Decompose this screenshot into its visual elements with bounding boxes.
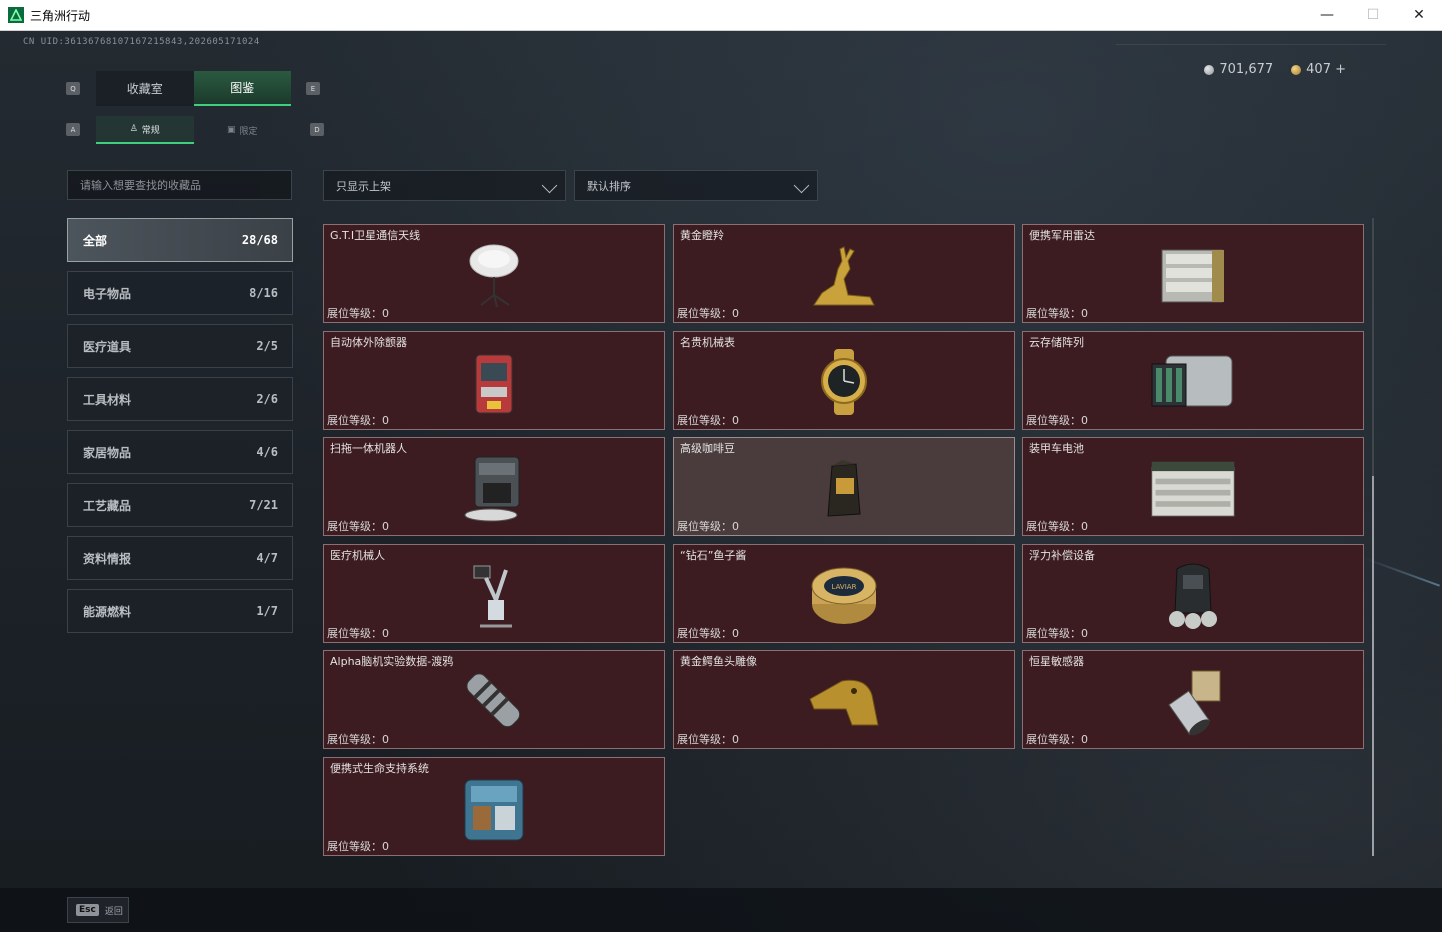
category-household[interactable]: 家居物品 4/6 [67, 430, 293, 474]
filter-dropdown[interactable]: 只显示上架 [323, 170, 566, 201]
back-button[interactable]: Esc 返回 [67, 897, 129, 923]
item-card[interactable]: 浮力补偿设备 展位等级：0 [1022, 544, 1364, 643]
item-card[interactable]: G.T.I卫星通信天线 展位等级：0 [323, 224, 665, 323]
gold-coin-icon [1291, 64, 1302, 75]
gold-currency[interactable]: 407 + [1291, 62, 1346, 77]
radar-icon [1148, 237, 1238, 313]
item-card[interactable]: Alpha脑机实验数据-渡鸦 展位等级：0 [323, 650, 665, 749]
satellite-dish-icon [449, 237, 539, 313]
category-electronics[interactable]: 电子物品 8/16 [67, 271, 293, 315]
life-support-icon [449, 770, 539, 846]
key-hint-q: Q [66, 82, 80, 95]
window-title: 三角洲行动 [30, 8, 91, 23]
category-medical[interactable]: 医疗道具 2/5 [67, 324, 293, 368]
coffee-bag-icon [799, 450, 889, 526]
card-icon: ▣ [226, 125, 236, 135]
watch-icon [799, 344, 889, 420]
window-title-bar: 三角洲行动 — ☐ ✕ [0, 0, 1442, 31]
tab-codex[interactable]: 图鉴 [193, 71, 291, 106]
category-all[interactable]: 全部 28/68 [67, 218, 293, 262]
category-list: 全部 28/68 电子物品 8/16 医疗道具 2/5 工具材料 2/6 家居物品 4/6… [67, 218, 293, 642]
medical-robot-icon [449, 557, 539, 633]
grid-scrollbar[interactable] [1372, 218, 1374, 856]
sub-tabs: ♙ 常规 ▣ 限定 [96, 116, 291, 144]
item-card[interactable]: 便携式生命支持系统 展位等级：0 [323, 757, 665, 856]
category-tools[interactable]: 工具材料 2/6 [67, 377, 293, 421]
silver-coin-icon [1204, 64, 1215, 75]
item-card[interactable]: 云存储阵列 展位等级：0 [1022, 331, 1364, 430]
key-hint-a: A [66, 123, 80, 136]
uid-text: CN UID:361367681071672158​43,20260517102… [23, 37, 260, 47]
scrollbar-thumb[interactable] [1372, 476, 1374, 856]
item-card[interactable]: 黄金鳄鱼头雕像 展位等级：0 [673, 650, 1015, 749]
item-card[interactable]: 恒星敏感器 展位等级：0 [1022, 650, 1364, 749]
key-hint-d: D [310, 123, 324, 136]
key-hint-e: E [306, 82, 320, 95]
star-sensor-icon [1148, 663, 1238, 739]
chevron-down-icon [541, 177, 558, 194]
robot-vacuum-icon [449, 450, 539, 526]
category-intel[interactable]: 资料情报 4/7 [67, 536, 293, 580]
light-streak [1364, 557, 1440, 587]
item-card[interactable]: 自动体外除颤器 展位等级：0 [323, 331, 665, 430]
chevron-down-icon [793, 177, 810, 194]
search-input[interactable]: 请输入想要查找的收藏品 [67, 170, 292, 200]
back-label: 返回 [104, 906, 123, 917]
item-card[interactable]: 扫拖一体机器人 展位等级：0 [323, 437, 665, 536]
defibrillator-icon [449, 344, 539, 420]
decorative-line [1116, 44, 1386, 45]
item-card[interactable]: 名贵机械表 展位等级：0 [673, 331, 1015, 430]
data-capsule-icon [449, 663, 539, 739]
currency-bar: 701,677 407 + [1204, 62, 1346, 77]
item-card[interactable]: 高级咖啡豆 展位等级：0 [673, 437, 1015, 536]
close-button[interactable]: ✕ [1396, 0, 1442, 30]
minimize-button[interactable]: — [1304, 0, 1350, 30]
item-card[interactable]: 医疗机械人 展位等级：0 [323, 544, 665, 643]
item-card[interactable]: 黄金瞪羚 展位等级：0 [673, 224, 1015, 323]
figure-icon: ♙ [129, 124, 138, 134]
subtab-regular[interactable]: ♙ 常规 [96, 116, 194, 144]
item-card[interactable]: 装甲车电池 展位等级：0 [1022, 437, 1364, 536]
caviar-label: LAVIAR [832, 583, 857, 591]
esc-key-hint: Esc [76, 904, 99, 916]
caviar-tin-icon: LAVIAR [799, 557, 889, 633]
bottom-bar [0, 888, 1442, 932]
silver-currency: 701,677 [1204, 62, 1273, 77]
maximize-button[interactable]: ☐ [1350, 0, 1396, 30]
category-crafts[interactable]: 工艺藏品 7/21 [67, 483, 293, 527]
tab-collection-room[interactable]: 收藏室 [96, 71, 194, 106]
game-viewport: CN UID:361367681071672158​43,20260517102… [0, 31, 1442, 932]
crocodile-head-icon [799, 663, 889, 739]
item-card[interactable]: “钻石”鱼子酱 LAVIAR 展位等级：0 [673, 544, 1015, 643]
main-tabs: 收藏室 图鉴 [96, 71, 291, 106]
storage-array-icon [1148, 344, 1238, 420]
item-card[interactable]: 便携军用雷达 展位等级：0 [1022, 224, 1364, 323]
sort-dropdown[interactable]: 默认排序 [574, 170, 818, 201]
subtab-limited[interactable]: ▣ 限定 [194, 116, 292, 144]
app-logo-icon [8, 7, 24, 23]
buoyancy-device-icon [1148, 557, 1238, 633]
category-energy[interactable]: 能源燃料 1/7 [67, 589, 293, 633]
battery-icon [1148, 450, 1238, 526]
golden-gazelle-icon [799, 237, 889, 313]
